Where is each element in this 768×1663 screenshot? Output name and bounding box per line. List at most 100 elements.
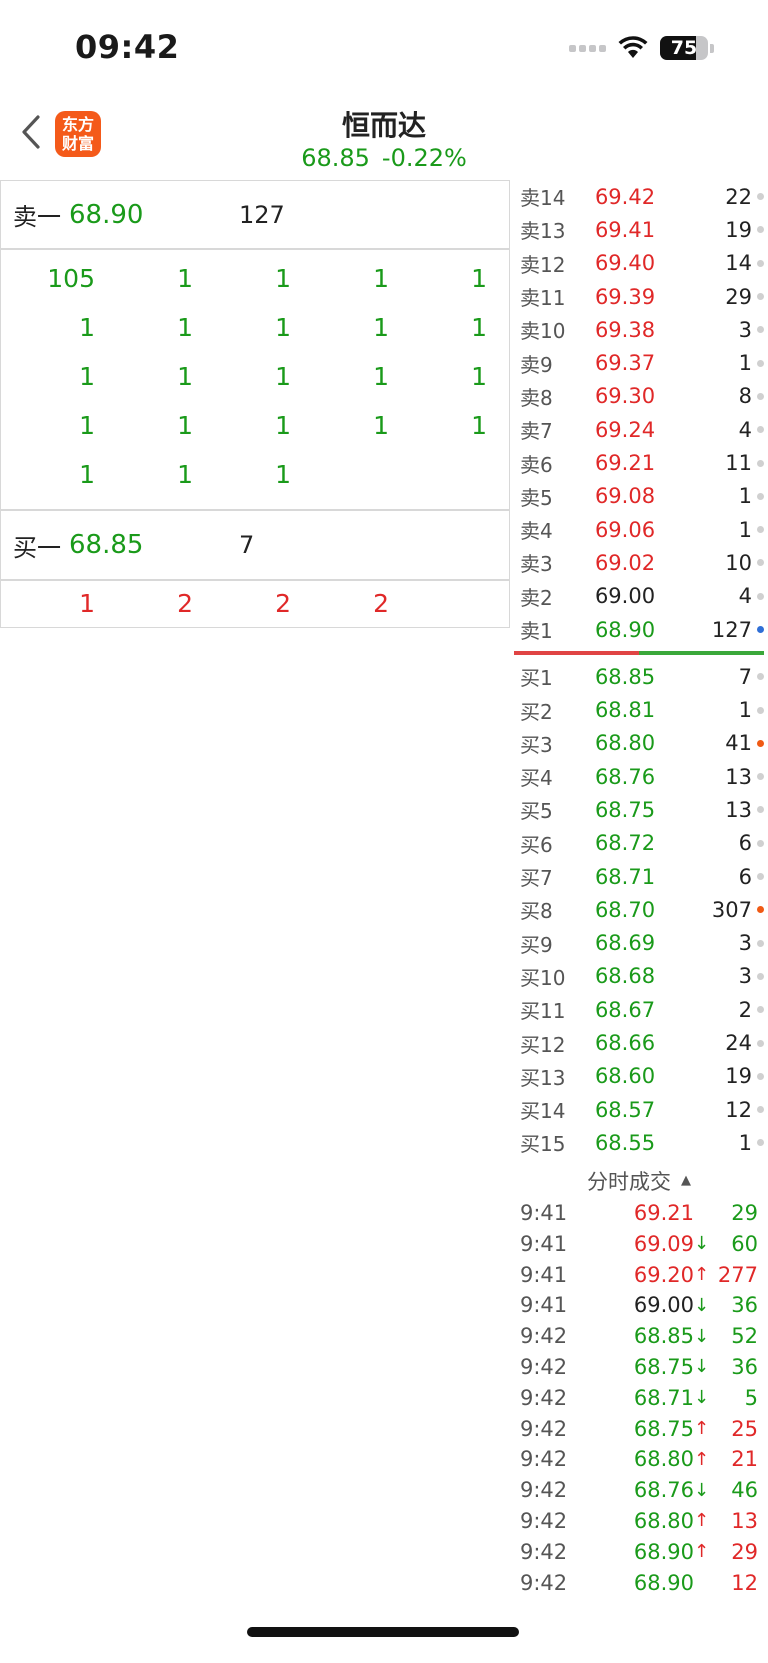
status-time: 09:42: [75, 28, 180, 66]
trade-row: 9:42 68.76 ↓ 46: [510, 1475, 768, 1506]
asks-price: 69.38: [594, 317, 656, 342]
asks-row[interactable]: 卖1 68.90 127: [510, 613, 768, 646]
status-dot-icon: [757, 359, 764, 367]
asks-row[interactable]: 卖4 69.06 1: [510, 513, 768, 546]
bids-row[interactable]: 买15 68.55 1: [510, 1126, 768, 1159]
app-logo[interactable]: 东方 财富: [55, 111, 101, 157]
ask-queue-item: 1: [177, 411, 193, 440]
trades-list[interactable]: 9:41 69.21 29 9:41 69.09 ↓ 60 9:41 69.20 ↑ 277 9:41…: [510, 1198, 768, 1598]
bids-row[interactable]: 买14 68.57 12: [510, 1093, 768, 1126]
trade-volume: 52: [731, 1324, 758, 1349]
trade-volume: 29: [731, 1539, 758, 1564]
bid1-queue: 1 2 2 2: [1, 579, 509, 627]
asks-row[interactable]: 卖8 69.30 8: [510, 380, 768, 413]
trade-time: 9:42: [520, 1354, 568, 1379]
asks-row[interactable]: 卖13 69.41 19: [510, 213, 768, 246]
app-logo-line1: 东方: [61, 115, 94, 134]
status-dot-icon: [757, 492, 764, 500]
bids-row[interactable]: 买13 68.60 19: [510, 1060, 768, 1093]
depth-panel: 卖14 69.42 22 卖13 69.41 19 卖12 69.40 14 卖11 69.39 29…: [510, 180, 768, 1598]
bids-qty: 3: [738, 964, 752, 989]
bids-row[interactable]: 买10 68.68 3: [510, 960, 768, 993]
asks-row[interactable]: 卖6 69.21 11: [510, 446, 768, 479]
ask-queue-item: 1: [471, 313, 487, 342]
status-dot-icon: [757, 806, 764, 814]
stock-name: 恒而达: [341, 109, 426, 142]
asks-row[interactable]: 卖9 69.37 1: [510, 346, 768, 379]
ask-queue-item: 1: [275, 411, 291, 440]
trade-price: 68.85: [633, 1324, 694, 1349]
trade-row: 9:41 69.20 ↑ 277: [510, 1259, 768, 1290]
bids-level-label: 买12: [520, 1032, 566, 1057]
bids-row[interactable]: 买8 68.70 307: [510, 893, 768, 926]
asks-level-label: 卖9: [520, 352, 553, 377]
status-dot-icon: [757, 1106, 764, 1114]
bid1-qty: 7: [239, 531, 255, 559]
status-dot-icon: [757, 459, 764, 467]
back-button[interactable]: [16, 112, 46, 152]
battery-level: 75: [670, 37, 698, 59]
bids-list: 买1 68.85 7 买2 68.81 1 买3 68.80 41 买4 68.76 13 买5 68.7…: [510, 660, 768, 1159]
trade-volume: 277: [717, 1262, 758, 1287]
triangle-up-icon: ▲: [681, 1173, 691, 1189]
asks-row[interactable]: 卖11 69.39 29: [510, 280, 768, 313]
asks-row[interactable]: 卖3 69.02 10: [510, 546, 768, 579]
bids-level-label: 买5: [520, 799, 553, 824]
stock-price-line: 68.85 -0.22%: [0, 144, 768, 172]
status-dot-icon: [757, 259, 764, 267]
arrow-down-icon: ↓: [694, 1233, 710, 1255]
bids-row[interactable]: 买12 68.66 24: [510, 1026, 768, 1059]
bids-level-label: 买6: [520, 832, 553, 857]
trades-header[interactable]: 分时成交 ▲: [510, 1164, 768, 1198]
home-indicator[interactable]: [247, 1627, 519, 1637]
asks-level-label: 卖11: [520, 286, 566, 311]
bids-row[interactable]: 买1 68.85 7: [510, 660, 768, 693]
ask-queue-item: 1: [373, 264, 389, 293]
status-dot-icon: [757, 526, 764, 534]
ask1-label: 卖一: [13, 203, 61, 231]
bids-row[interactable]: 买2 68.81 1: [510, 693, 768, 726]
status-dot-icon: [757, 773, 764, 781]
status-dot-icon: [757, 326, 764, 334]
bids-level-label: 买13: [520, 1065, 566, 1090]
bids-row[interactable]: 买6 68.72 6: [510, 827, 768, 860]
asks-row[interactable]: 卖10 69.38 3: [510, 313, 768, 346]
bids-row[interactable]: 买4 68.76 13: [510, 760, 768, 793]
bids-qty: 41: [725, 731, 752, 756]
bids-price: 68.71: [594, 864, 656, 889]
asks-qty: 14: [725, 251, 752, 276]
asks-qty: 11: [725, 451, 752, 476]
asks-row[interactable]: 卖14 69.42 22: [510, 180, 768, 213]
bids-row[interactable]: 买5 68.75 13: [510, 793, 768, 826]
trade-price: 68.75: [633, 1416, 694, 1441]
asks-list: 卖14 69.42 22 卖13 69.41 19 卖12 69.40 14 卖11 69.39 29…: [510, 180, 768, 646]
asks-price: 69.02: [594, 550, 656, 575]
trade-row: 9:42 68.75 ↓ 36: [510, 1352, 768, 1383]
bids-price: 68.69: [594, 931, 656, 956]
ask-queue-item: 1: [79, 313, 95, 342]
trade-price: 68.90: [633, 1539, 694, 1564]
bid-queue-item: 2: [177, 589, 193, 618]
asks-level-label: 卖7: [520, 419, 553, 444]
asks-row[interactable]: 卖12 69.40 14: [510, 247, 768, 280]
battery-tip: [710, 43, 714, 53]
asks-price: 69.08: [594, 484, 656, 509]
trade-volume: 36: [731, 1354, 758, 1379]
bids-row[interactable]: 买11 68.67 2: [510, 993, 768, 1026]
asks-row[interactable]: 卖2 69.00 4: [510, 580, 768, 613]
asks-level-label: 卖4: [520, 519, 553, 544]
bids-price: 68.85: [594, 664, 656, 689]
bids-row[interactable]: 买7 68.71 6: [510, 860, 768, 893]
bids-row[interactable]: 买9 68.69 3: [510, 927, 768, 960]
asks-row[interactable]: 卖7 69.24 4: [510, 413, 768, 446]
asks-level-label: 卖8: [520, 385, 553, 410]
asks-price: 69.42: [594, 184, 656, 209]
bids-row[interactable]: 买3 68.80 41: [510, 727, 768, 760]
asks-row[interactable]: 卖5 69.08 1: [510, 480, 768, 513]
ask1-summary: 卖一 68.90 127: [1, 180, 509, 248]
trade-volume: 5: [744, 1385, 758, 1410]
bids-price: 68.72: [594, 831, 656, 856]
trade-volume: 25: [731, 1416, 758, 1441]
trade-price: 68.90: [633, 1570, 694, 1595]
arrow-down-icon: ↓: [694, 1356, 710, 1378]
